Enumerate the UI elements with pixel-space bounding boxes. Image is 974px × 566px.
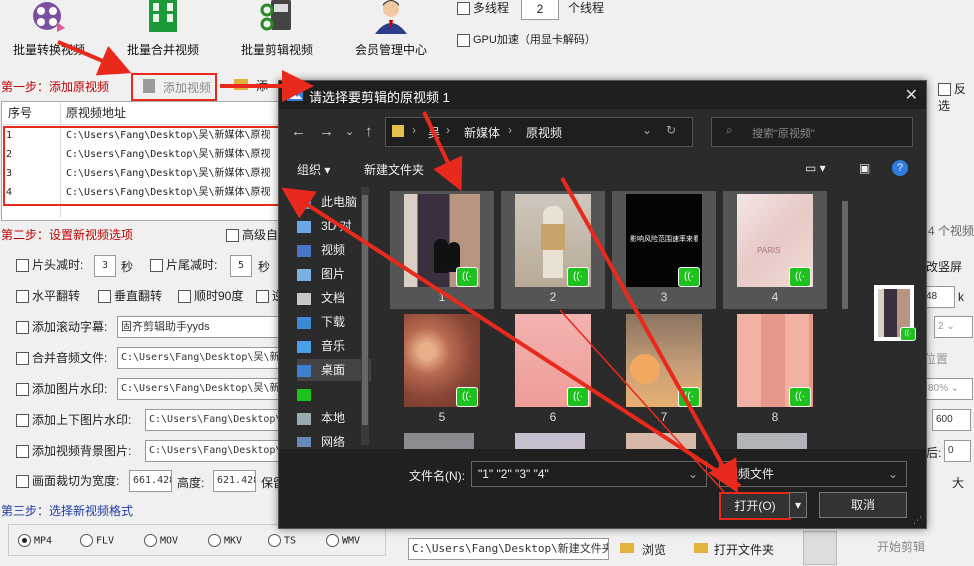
annotation-arrows (57, 40, 742, 493)
arrow-to-open (560, 177, 738, 493)
arrow-to-table (281, 187, 742, 488)
thin-arrow-line (559, 309, 725, 493)
arrow-to-thumbs (422, 111, 463, 192)
arrow-to-add (57, 40, 132, 76)
